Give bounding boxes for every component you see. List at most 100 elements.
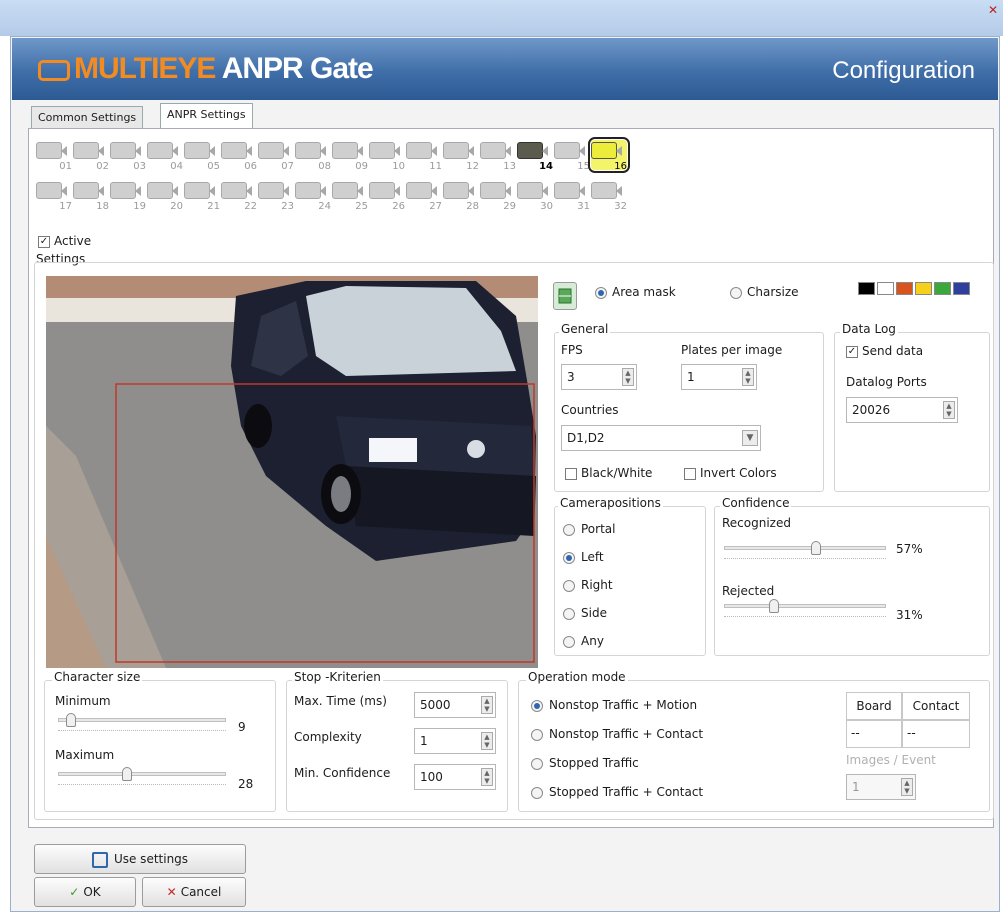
color-swatch[interactable] bbox=[915, 282, 932, 295]
camera-27[interactable]: 27 bbox=[406, 180, 442, 212]
camerapositions-group bbox=[554, 506, 706, 656]
complexity-spin-icon[interactable]: ▲ ▼ bbox=[481, 732, 493, 750]
camera-icon bbox=[258, 142, 289, 159]
charsize-radio[interactable] bbox=[730, 287, 742, 299]
camera-32[interactable]: 32 bbox=[591, 180, 627, 212]
camera-09[interactable]: 09 bbox=[332, 140, 368, 172]
camera-number: 13 bbox=[503, 161, 516, 172]
camera-17[interactable]: 17 bbox=[36, 180, 72, 212]
color-swatch[interactable] bbox=[877, 282, 894, 295]
ports-spin-icon[interactable]: ▲ ▼ bbox=[943, 401, 955, 419]
camera-30[interactable]: 30 bbox=[517, 180, 553, 212]
min-confidence-stepper[interactable]: 100 ▲ ▼ bbox=[414, 764, 496, 790]
images-spin-icon[interactable]: ▲ ▼ bbox=[901, 778, 913, 796]
minimum-value: 9 bbox=[238, 720, 246, 734]
camera-12[interactable]: 12 bbox=[443, 140, 479, 172]
minimum-slider-track[interactable] bbox=[58, 718, 226, 722]
operation-mode-radio[interactable] bbox=[531, 700, 543, 712]
camera-10[interactable]: 10 bbox=[369, 140, 405, 172]
camera-05[interactable]: 05 bbox=[184, 140, 220, 172]
plates-spin-icon[interactable]: ▲ ▼ bbox=[742, 368, 754, 386]
max-time-spin-icon[interactable]: ▲ ▼ bbox=[481, 696, 493, 714]
camera-icon bbox=[517, 142, 548, 159]
camera-08[interactable]: 08 bbox=[295, 140, 331, 172]
recognized-slider-thumb[interactable] bbox=[811, 541, 822, 555]
camera-preview[interactable] bbox=[46, 276, 538, 668]
active-checkbox[interactable]: ✓ bbox=[38, 236, 50, 248]
camposition-radio-side[interactable] bbox=[563, 608, 575, 620]
fps-stepper[interactable]: 3 ▲ ▼ bbox=[561, 364, 637, 390]
camera-23[interactable]: 23 bbox=[258, 180, 294, 212]
color-swatch[interactable] bbox=[953, 282, 970, 295]
camera-24[interactable]: 24 bbox=[295, 180, 331, 212]
color-swatch[interactable] bbox=[858, 282, 875, 295]
operation-mode-label: Nonstop Traffic + Motion bbox=[549, 698, 698, 712]
operation-mode-radio[interactable] bbox=[531, 729, 543, 741]
camera-icon bbox=[295, 142, 326, 159]
camera-13[interactable]: 13 bbox=[480, 140, 516, 172]
images-per-event-stepper[interactable]: 1 ▲ ▼ bbox=[846, 774, 916, 800]
invert-colors-checkbox[interactable] bbox=[684, 468, 696, 480]
camera-04[interactable]: 04 bbox=[147, 140, 183, 172]
complexity-stepper[interactable]: 1 ▲ ▼ bbox=[414, 728, 496, 754]
countries-select[interactable]: D1,D2 ▼ bbox=[561, 425, 761, 451]
camera-21[interactable]: 21 bbox=[184, 180, 220, 212]
fps-spin-icon[interactable]: ▲ ▼ bbox=[622, 368, 634, 386]
camera-28[interactable]: 28 bbox=[443, 180, 479, 212]
tab-common-settings[interactable]: Common Settings bbox=[31, 106, 144, 128]
camera-18[interactable]: 18 bbox=[73, 180, 109, 212]
camera-icon bbox=[554, 142, 585, 159]
camera-03[interactable]: 03 bbox=[110, 140, 146, 172]
camposition-radio-portal[interactable] bbox=[563, 524, 575, 536]
chevron-down-icon[interactable]: ▼ bbox=[742, 430, 758, 446]
camera-29[interactable]: 29 bbox=[480, 180, 516, 212]
camera-20[interactable]: 20 bbox=[147, 180, 183, 212]
color-swatch[interactable] bbox=[934, 282, 951, 295]
camera-19[interactable]: 19 bbox=[110, 180, 146, 212]
cancel-button[interactable]: ✕ Cancel bbox=[142, 877, 246, 907]
camera-preview-image bbox=[46, 276, 538, 668]
min-confidence-spin-icon[interactable]: ▲ ▼ bbox=[481, 768, 493, 786]
use-settings-button[interactable]: Use settings bbox=[34, 844, 246, 874]
ok-button[interactable]: ✓ OK bbox=[34, 877, 136, 907]
camera-25[interactable]: 25 bbox=[332, 180, 368, 212]
camera-02[interactable]: 02 bbox=[73, 140, 109, 172]
black-white-checkbox[interactable] bbox=[565, 468, 577, 480]
plates-per-image-label: Plates per image bbox=[681, 343, 783, 357]
rejected-slider-thumb[interactable] bbox=[769, 599, 780, 613]
camera-number: 28 bbox=[466, 201, 479, 212]
camera-22[interactable]: 22 bbox=[221, 180, 257, 212]
camera-01[interactable]: 01 bbox=[36, 140, 72, 172]
camera-31[interactable]: 31 bbox=[554, 180, 590, 212]
area-mask-radio[interactable] bbox=[595, 287, 607, 299]
maximum-slider-thumb[interactable] bbox=[122, 767, 132, 781]
maximum-slider-track[interactable] bbox=[58, 772, 226, 776]
plates-per-image-stepper[interactable]: 1 ▲ ▼ bbox=[681, 364, 757, 390]
rejected-slider-track[interactable] bbox=[724, 604, 886, 608]
datalog-ports-stepper[interactable]: 20026 ▲ ▼ bbox=[846, 397, 958, 423]
mask-tool-icon[interactable] bbox=[553, 282, 577, 310]
operation-mode-radio[interactable] bbox=[531, 758, 543, 770]
camera-15[interactable]: 15 bbox=[554, 140, 590, 172]
camposition-radio-right[interactable] bbox=[563, 580, 575, 592]
max-time-stepper[interactable]: 5000 ▲ ▼ bbox=[414, 692, 496, 718]
camera-16[interactable]: 16 bbox=[588, 137, 630, 173]
minimum-slider-thumb[interactable] bbox=[66, 713, 76, 727]
camera-26[interactable]: 26 bbox=[369, 180, 405, 212]
camera-14[interactable]: 14 bbox=[517, 140, 553, 172]
camera-07[interactable]: 07 bbox=[258, 140, 294, 172]
camera-11[interactable]: 11 bbox=[406, 140, 442, 172]
send-data-checkbox[interactable]: ✓ bbox=[846, 346, 858, 358]
camera-number: 08 bbox=[318, 161, 331, 172]
color-swatch[interactable] bbox=[896, 282, 913, 295]
charsize-label: Charsize bbox=[747, 285, 799, 299]
operation-mode-radio[interactable] bbox=[531, 787, 543, 799]
camposition-radio-any[interactable] bbox=[563, 636, 575, 648]
recognized-slider-track[interactable] bbox=[724, 546, 886, 550]
camposition-radio-left[interactable] bbox=[563, 552, 575, 564]
close-icon[interactable]: ✕ bbox=[985, 2, 1001, 18]
board-value: -- bbox=[846, 720, 902, 748]
camera-06[interactable]: 06 bbox=[221, 140, 257, 172]
board-header: Board bbox=[846, 692, 902, 720]
tab-anpr-settings[interactable]: ANPR Settings bbox=[160, 103, 253, 128]
